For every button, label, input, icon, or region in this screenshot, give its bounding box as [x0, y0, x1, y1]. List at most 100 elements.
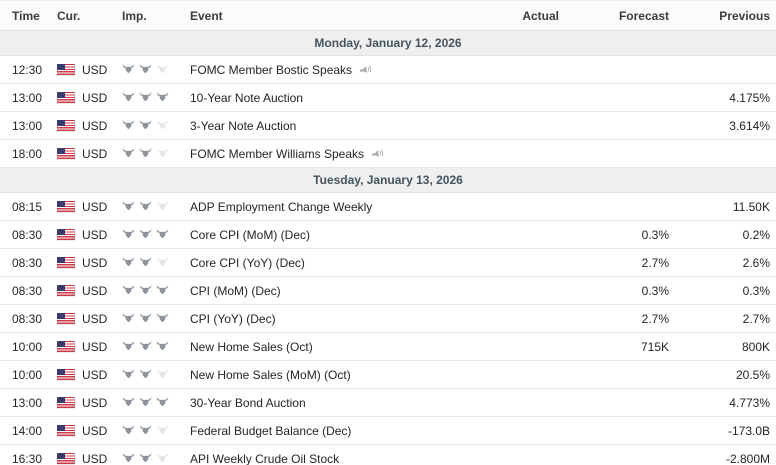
event-time: 08:30 — [0, 228, 57, 242]
bull-icon-inactive — [156, 201, 169, 212]
event-link[interactable]: CPI (MoM) (Dec) — [190, 284, 281, 298]
bull-icon-inactive — [156, 453, 169, 464]
previous-value: 0.3% — [669, 284, 776, 298]
us-flag-icon — [57, 425, 75, 437]
importance-indicator — [122, 425, 190, 436]
bull-icon-active — [122, 148, 135, 159]
event-row: 14:00 USD Federal Budget Balance (Dec) -… — [0, 417, 776, 445]
event-row: 18:00 USD FOMC Member Williams Speaks — [0, 140, 776, 168]
event-link[interactable]: 30-Year Bond Auction — [190, 396, 306, 410]
importance-indicator — [122, 453, 190, 464]
event-link[interactable]: Federal Budget Balance (Dec) — [190, 424, 351, 438]
bull-icon-active — [139, 453, 152, 464]
importance-indicator — [122, 257, 190, 268]
us-flag-icon — [57, 257, 75, 269]
bull-icon-active — [139, 341, 152, 352]
event-row: 13:00 USD 3-Year Note Auction 3.614% — [0, 112, 776, 140]
event-currency: USD — [57, 200, 122, 214]
bull-icon-active — [139, 64, 152, 75]
event-time: 08:15 — [0, 200, 57, 214]
date-label: Tuesday, January 13, 2026 — [313, 173, 463, 187]
us-flag-icon — [57, 201, 75, 213]
event-link[interactable]: Core CPI (MoM) (Dec) — [190, 228, 310, 242]
forecast-value: 715K — [559, 340, 669, 354]
event-link[interactable]: Core CPI (YoY) (Dec) — [190, 256, 305, 270]
bull-icon-active — [139, 120, 152, 131]
event-currency: USD — [57, 63, 122, 77]
event-currency: USD — [57, 228, 122, 242]
currency-label: USD — [82, 396, 107, 410]
bull-icon-active — [122, 453, 135, 464]
event-name-cell: CPI (MoM) (Dec) — [190, 284, 469, 298]
event-link[interactable]: API Weekly Crude Oil Stock — [190, 452, 339, 465]
event-currency: USD — [57, 424, 122, 438]
event-name-cell: 3-Year Note Auction — [190, 119, 469, 133]
previous-value: 3.614% — [669, 119, 776, 133]
event-link[interactable]: 3-Year Note Auction — [190, 119, 296, 133]
event-currency: USD — [57, 452, 122, 465]
event-time: 08:30 — [0, 256, 57, 270]
importance-indicator — [122, 285, 190, 296]
currency-label: USD — [82, 147, 107, 161]
column-header-event: Event — [190, 9, 469, 23]
event-row: 08:30 USD Core CPI (MoM) (Dec) 0.3% 0.2% — [0, 221, 776, 249]
speaker-icon — [371, 149, 384, 159]
importance-indicator — [122, 201, 190, 212]
forecast-value: 0.3% — [559, 284, 669, 298]
event-name-cell: FOMC Member Bostic Speaks — [190, 63, 469, 77]
importance-indicator — [122, 64, 190, 75]
event-link[interactable]: New Home Sales (Oct) — [190, 340, 313, 354]
us-flag-icon — [57, 120, 75, 132]
column-header-imp: Imp. — [122, 9, 190, 23]
event-currency: USD — [57, 396, 122, 410]
event-name-cell: ADP Employment Change Weekly — [190, 200, 469, 214]
event-link[interactable]: FOMC Member Bostic Speaks — [190, 63, 352, 77]
importance-indicator — [122, 341, 190, 352]
event-time: 13:00 — [0, 119, 57, 133]
event-currency: USD — [57, 91, 122, 105]
event-row: 16:30 USD API Weekly Crude Oil Stock -2.… — [0, 445, 776, 465]
event-link[interactable]: ADP Employment Change Weekly — [190, 200, 372, 214]
bull-icon-inactive — [156, 257, 169, 268]
column-header-cur: Cur. — [57, 9, 122, 23]
event-link[interactable]: CPI (YoY) (Dec) — [190, 312, 276, 326]
bull-icon-active — [139, 285, 152, 296]
currency-label: USD — [82, 284, 107, 298]
event-name-cell: FOMC Member Williams Speaks — [190, 147, 469, 161]
event-currency: USD — [57, 119, 122, 133]
us-flag-icon — [57, 369, 75, 381]
importance-indicator — [122, 313, 190, 324]
previous-value: -173.0B — [669, 424, 776, 438]
previous-value: 20.5% — [669, 368, 776, 382]
importance-indicator — [122, 229, 190, 240]
currency-label: USD — [82, 200, 107, 214]
bull-icon-active — [122, 425, 135, 436]
event-name-cell: CPI (YoY) (Dec) — [190, 312, 469, 326]
date-group-header: Tuesday, January 13, 2026 — [0, 168, 776, 193]
event-link[interactable]: FOMC Member Williams Speaks — [190, 147, 364, 161]
event-name-cell: Core CPI (YoY) (Dec) — [190, 256, 469, 270]
bull-icon-inactive — [156, 120, 169, 131]
bull-icon-active — [122, 120, 135, 131]
bull-icon-active — [122, 397, 135, 408]
previous-value: 4.175% — [669, 91, 776, 105]
bull-icon-active — [156, 229, 169, 240]
bull-icon-active — [139, 425, 152, 436]
event-name-cell: Federal Budget Balance (Dec) — [190, 424, 469, 438]
date-group-header: Monday, January 12, 2026 — [0, 31, 776, 56]
importance-indicator — [122, 148, 190, 159]
event-link[interactable]: New Home Sales (MoM) (Oct) — [190, 368, 351, 382]
previous-value: -2.800M — [669, 452, 776, 465]
event-link[interactable]: 10-Year Note Auction — [190, 91, 303, 105]
currency-label: USD — [82, 228, 107, 242]
event-time: 14:00 — [0, 424, 57, 438]
bull-icon-active — [156, 341, 169, 352]
event-row: 13:00 USD 30-Year Bond Auction 4.773% — [0, 389, 776, 417]
bull-icon-inactive — [156, 148, 169, 159]
calendar-header-row: TimeCur.Imp.EventActualForecastPrevious — [0, 0, 776, 31]
bull-icon-active — [122, 285, 135, 296]
event-time: 13:00 — [0, 91, 57, 105]
currency-label: USD — [82, 63, 107, 77]
us-flag-icon — [57, 64, 75, 76]
bull-icon-inactive — [156, 64, 169, 75]
